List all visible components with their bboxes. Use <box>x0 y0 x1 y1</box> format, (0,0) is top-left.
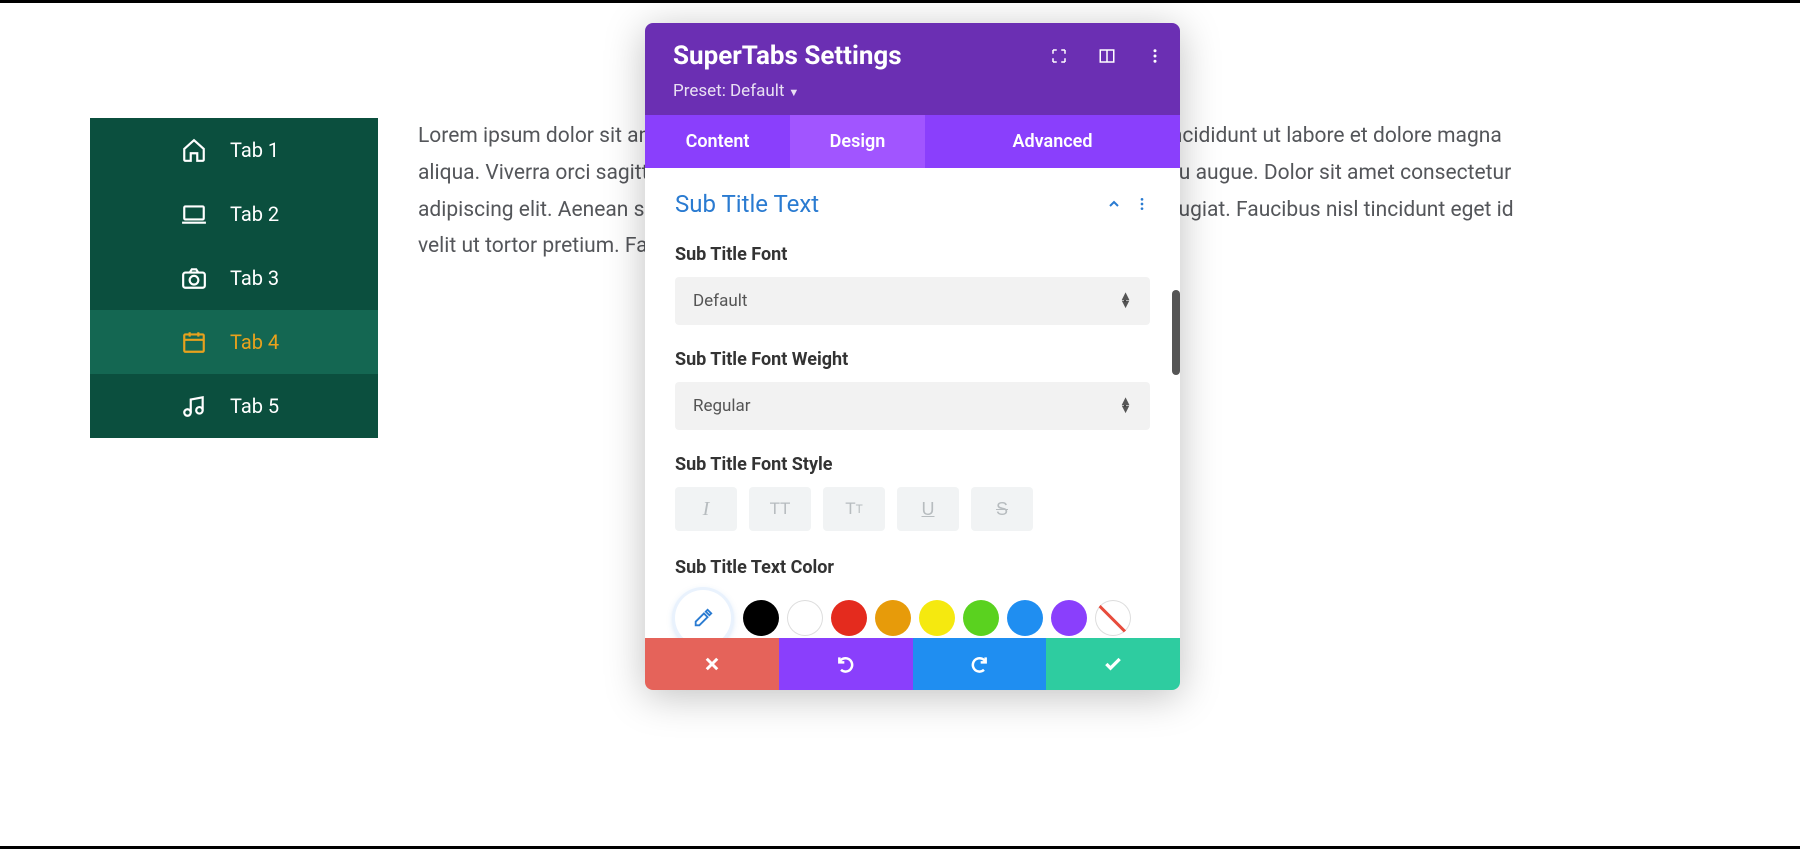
tabs-sidebar: Tab 1 Tab 2 Tab 3 Tab 4 Tab 5 <box>90 118 378 438</box>
scrollbar[interactable] <box>1172 290 1180 375</box>
section-header[interactable]: Sub Title Text <box>675 190 1150 218</box>
more-icon[interactable] <box>1144 45 1166 67</box>
smallcaps-button[interactable]: TT <box>823 487 885 531</box>
camera-icon <box>180 264 208 292</box>
tab-content[interactable]: Content <box>645 115 790 168</box>
swatch-green[interactable] <box>963 600 999 636</box>
italic-button[interactable]: I <box>675 487 737 531</box>
panel-footer <box>645 638 1180 690</box>
weight-label: Sub Title Font Weight <box>675 349 1150 370</box>
eyedropper-button[interactable] <box>675 590 731 638</box>
confirm-button[interactable] <box>1046 638 1180 690</box>
updown-icon: ▲▼ <box>1119 398 1132 414</box>
font-label: Sub Title Font <box>675 244 1150 265</box>
swatch-red[interactable] <box>831 600 867 636</box>
chevron-up-icon[interactable] <box>1106 190 1122 218</box>
swatch-white[interactable] <box>787 600 823 636</box>
expand-icon[interactable] <box>1048 45 1070 67</box>
caret-down-icon: ▼ <box>788 86 799 99</box>
sidebar-item-label: Tab 4 <box>230 330 279 354</box>
panel-tabs: Content Design Advanced <box>645 115 1180 168</box>
tab-advanced[interactable]: Advanced <box>925 115 1180 168</box>
panel-header: SuperTabs Settings Preset: Default▼ <box>645 23 1180 115</box>
sidebar-item-tab3[interactable]: Tab 3 <box>90 246 378 310</box>
sidebar-item-label: Tab 1 <box>230 138 279 162</box>
preset-selector[interactable]: Preset: Default▼ <box>673 81 1152 101</box>
swatch-blue[interactable] <box>1007 600 1043 636</box>
strikethrough-button[interactable]: S <box>971 487 1033 531</box>
section-more-icon[interactable] <box>1134 190 1150 218</box>
style-label: Sub Title Font Style <box>675 454 1150 475</box>
uppercase-button[interactable]: TT <box>749 487 811 531</box>
color-label: Sub Title Text Color <box>675 557 1150 578</box>
tab-design[interactable]: Design <box>790 115 925 168</box>
calendar-icon <box>180 328 208 356</box>
color-swatches <box>675 590 1150 638</box>
sidebar-item-tab5[interactable]: Tab 5 <box>90 374 378 438</box>
swatch-none[interactable] <box>1095 600 1131 636</box>
laptop-icon <box>180 200 208 228</box>
swatch-purple[interactable] <box>1051 600 1087 636</box>
home-icon <box>180 136 208 164</box>
font-style-group: I TT TT U S <box>675 487 1150 531</box>
undo-button[interactable] <box>779 638 913 690</box>
columns-icon[interactable] <box>1096 45 1118 67</box>
font-select[interactable]: Default▲▼ <box>675 277 1150 325</box>
sidebar-item-label: Tab 3 <box>230 266 279 290</box>
swatch-black[interactable] <box>743 600 779 636</box>
sidebar-item-tab1[interactable]: Tab 1 <box>90 118 378 182</box>
sidebar-item-label: Tab 2 <box>230 202 279 226</box>
updown-icon: ▲▼ <box>1119 293 1132 309</box>
music-icon <box>180 392 208 420</box>
settings-panel: SuperTabs Settings Preset: Default▼ Cont… <box>645 23 1180 690</box>
panel-body: Sub Title Text Sub Title Font Default▲▼ … <box>645 168 1180 638</box>
sidebar-item-label: Tab 5 <box>230 394 279 418</box>
swatch-orange[interactable] <box>875 600 911 636</box>
underline-button[interactable]: U <box>897 487 959 531</box>
sidebar-item-tab2[interactable]: Tab 2 <box>90 182 378 246</box>
close-button[interactable] <box>645 638 779 690</box>
redo-button[interactable] <box>913 638 1047 690</box>
swatch-yellow[interactable] <box>919 600 955 636</box>
weight-select[interactable]: Regular▲▼ <box>675 382 1150 430</box>
sidebar-item-tab4[interactable]: Tab 4 <box>90 310 378 374</box>
